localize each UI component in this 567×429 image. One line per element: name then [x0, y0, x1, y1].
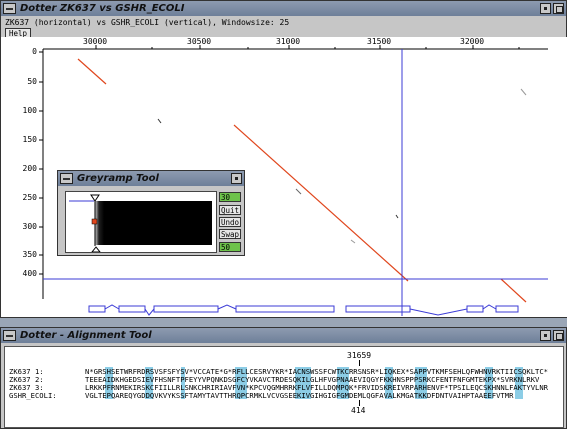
- maximize-icon[interactable]: [553, 330, 564, 341]
- y-tick-label: 300: [22, 222, 37, 231]
- alignment-title: Dotter - Alignment Tool: [20, 330, 152, 341]
- x-tick-label: 31000: [276, 37, 301, 46]
- y-tick-label: 400: [22, 269, 37, 278]
- maximize-icon[interactable]: [553, 3, 564, 14]
- alignment-titlebar[interactable]: Dotter - Alignment Tool: [1, 328, 566, 343]
- greyramp-title: Greyramp Tool: [77, 173, 159, 184]
- alignment-tool-window: Dotter - Alignment Tool 31659 ZK637 1: N*…: [0, 327, 567, 429]
- greyramp-top-value[interactable]: 30: [219, 192, 241, 202]
- y-tick-label: 150: [22, 135, 37, 144]
- y-tick-label: 50: [27, 77, 37, 86]
- greyramp-ramp-panel[interactable]: [65, 191, 217, 253]
- minimize-icon[interactable]: [540, 330, 551, 341]
- y-tick-label: 250: [22, 193, 37, 202]
- greyramp-titlebar[interactable]: Greyramp Tool: [58, 171, 244, 186]
- minimize-icon[interactable]: [540, 3, 551, 14]
- swap-button[interactable]: Swap: [219, 229, 241, 239]
- x-tick-label: 30500: [187, 37, 212, 46]
- alignment-row: GSHR_ECOLI: VGLTEPQARЕQYGDDQVKVYKSSFTAMYT…: [9, 391, 514, 400]
- x-tick-label: 31500: [367, 37, 392, 46]
- undo-button[interactable]: Undo: [219, 217, 241, 227]
- main-titlebar[interactable]: Dotter ZK637 vs GSHR_ECOLI: [1, 1, 566, 16]
- window-menu-icon[interactable]: [3, 3, 16, 14]
- window-menu-icon[interactable]: [60, 173, 73, 184]
- plot-info-text: ZK637 (horizontal) vs GSHR_ECOLI (vertic…: [5, 18, 290, 27]
- alignment-bottom-coord: 414: [351, 406, 366, 415]
- dotter-main-window: Dotter ZK637 vs GSHR_ECOLI ZK637 (horizo…: [0, 0, 567, 318]
- minimize-icon[interactable]: [231, 173, 242, 184]
- y-tick-label: 0: [32, 47, 37, 56]
- y-tick-label: 100: [22, 106, 37, 115]
- y-tick-label: 200: [22, 164, 37, 173]
- greyramp-window: Greyramp Tool 30 Quit Undo Swap 50: [57, 170, 245, 256]
- greyramp-bottom-value[interactable]: 50: [219, 242, 241, 252]
- alignment-top-marker: [359, 360, 360, 366]
- main-window-title: Dotter ZK637 vs GSHR_ECOLI: [20, 3, 185, 14]
- quit-button[interactable]: Quit: [219, 205, 241, 215]
- window-menu-icon[interactable]: [3, 330, 16, 341]
- x-tick-label: 32000: [460, 37, 485, 46]
- x-tick-label: 30000: [83, 37, 108, 46]
- y-tick-label: 350: [22, 250, 37, 259]
- alignment-top-coord: 31659: [347, 351, 372, 360]
- greyramp-svg: [69, 194, 212, 252]
- alignment-panel[interactable]: 31659 ZK637 1: N*GRSHSETWRFRDRSVSFSFYSV*V…: [4, 346, 564, 428]
